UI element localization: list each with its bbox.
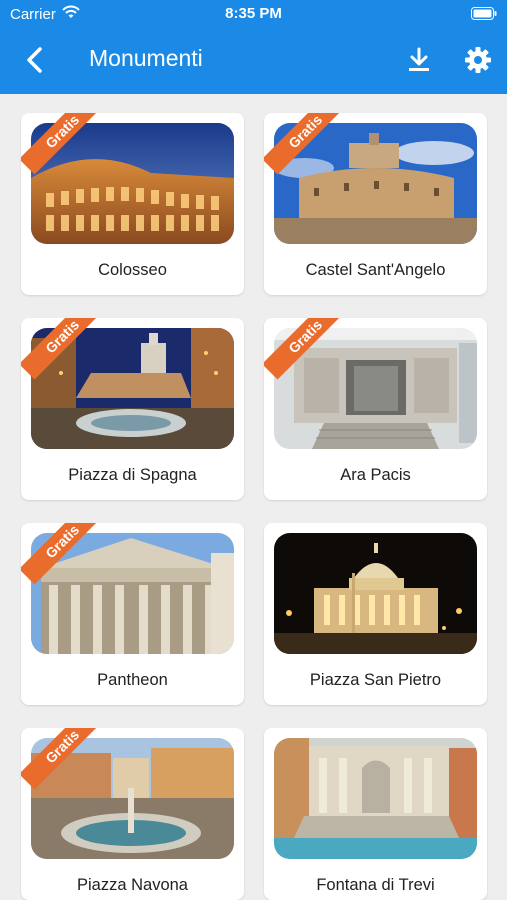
monument-name: Piazza San Pietro <box>309 671 442 689</box>
piazza-san-pietro-image <box>274 533 477 654</box>
battery-icon <box>471 7 497 20</box>
fontana-di-trevi-image <box>274 738 477 859</box>
navigation-bar: Monumenti <box>0 28 507 92</box>
back-chevron-icon[interactable] <box>22 45 48 75</box>
monument-card-piazza-di-spagna[interactable]: Gratis Piazza di Spagna <box>21 318 244 500</box>
gear-icon[interactable] <box>463 45 493 75</box>
monument-card-ara-pacis[interactable]: Gratis Ara Pacis <box>264 318 487 500</box>
status-bar: Carrier 8:35 PM <box>0 0 507 28</box>
monument-name: Castel Sant'Angelo <box>305 261 446 279</box>
monument-card-castel-sant-angelo[interactable]: Gratis Castel Sant'Angelo <box>264 113 487 295</box>
monument-name: Colosseo <box>98 261 167 279</box>
monument-name: Piazza Navona <box>77 876 188 894</box>
monument-card-pantheon[interactable]: Gratis Pantheon <box>21 523 244 705</box>
monument-card-piazza-navona[interactable]: Gratis Piazza Navona <box>21 728 244 900</box>
monument-name: Ara Pacis <box>340 466 411 484</box>
monument-card-piazza-san-pietro[interactable]: Piazza San Pietro <box>264 523 487 705</box>
page-title: Monumenti <box>89 45 203 71</box>
download-icon[interactable] <box>405 46 433 74</box>
app-header: Carrier 8:35 PM Monumenti <box>0 0 507 94</box>
monument-name: Fontana di Trevi <box>316 876 435 894</box>
monument-card-fontana-di-trevi[interactable]: Fontana di Trevi <box>264 728 487 900</box>
monument-name: Piazza di Spagna <box>68 466 197 484</box>
monument-card-colosseo[interactable]: Gratis Colosseo <box>21 113 244 295</box>
status-time: 8:35 PM <box>225 5 282 22</box>
monument-name: Pantheon <box>97 671 168 689</box>
